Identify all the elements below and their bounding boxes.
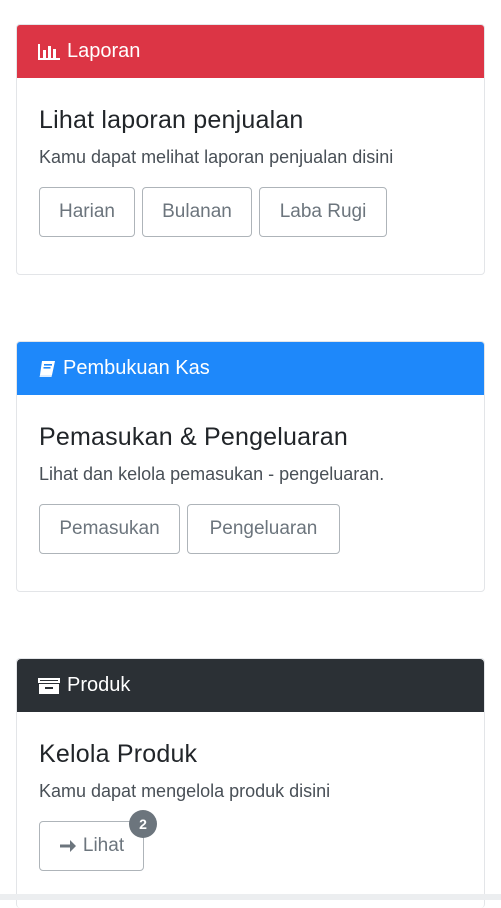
lihat-button-label: Lihat — [82, 835, 125, 856]
produk-header-label: Produk — [67, 674, 131, 696]
laporan-title: Lihat laporan penjualan — [39, 106, 304, 134]
produk-card: Produk Kelola Produk Kamu dapat mengelol… — [16, 658, 485, 908]
pembukuan-kas-button-row: Pemasukan Pengeluaran — [39, 504, 462, 554]
produk-button-row: Lihat 2 — [39, 810, 462, 871]
pembukuan-kas-title: Pemasukan & Pengeluaran — [39, 423, 348, 451]
pembukuan-kas-text: Lihat dan kelola pemasukan - pengeluaran… — [39, 464, 385, 484]
pembukuan-kas-card: Pembukuan Kas Pemasukan & Pengeluaran Li… — [16, 341, 485, 592]
archive-icon — [37, 677, 61, 695]
laporan-header-label: Laporan — [67, 40, 141, 62]
pembukuan-kas-header-label: Pembukuan Kas — [63, 357, 210, 379]
lihat-produk-button[interactable]: Lihat 2 — [39, 810, 157, 871]
laporan-card: Laporan Lihat laporan penjualan Kamu dap… — [16, 24, 485, 275]
pengeluaran-button[interactable]: Pengeluaran — [187, 504, 340, 554]
laporan-text: Kamu dapat melihat laporan penjualan dis… — [39, 147, 394, 167]
harian-button[interactable]: Harian — [39, 187, 135, 237]
bottom-scroll-edge — [0, 894, 501, 900]
laba-rugi-button[interactable]: Laba Rugi — [259, 187, 387, 237]
book-icon — [37, 359, 57, 379]
produk-card-body: Kelola Produk Kamu dapat mengelola produ… — [17, 712, 484, 871]
laporan-card-body: Lihat laporan penjualan Kamu dapat melih… — [17, 78, 484, 237]
pembukuan-kas-card-body: Pemasukan & Pengeluaran Lihat dan kelola… — [17, 395, 484, 554]
laporan-card-header: Laporan — [17, 25, 484, 78]
pembukuan-kas-card-header: Pembukuan Kas — [17, 342, 484, 395]
laporan-button-row: Harian Bulanan Laba Rugi — [39, 187, 462, 237]
bulanan-button[interactable]: Bulanan — [142, 187, 252, 237]
produk-title: Kelola Produk — [39, 740, 198, 768]
bar-chart-icon — [37, 42, 61, 62]
produk-card-header: Produk — [17, 659, 484, 712]
pemasukan-button[interactable]: Pemasukan — [39, 504, 180, 554]
notification-badge: 2 — [129, 810, 157, 838]
produk-text: Kamu dapat mengelola produk disini — [39, 781, 331, 801]
arrow-right-icon — [59, 838, 77, 854]
